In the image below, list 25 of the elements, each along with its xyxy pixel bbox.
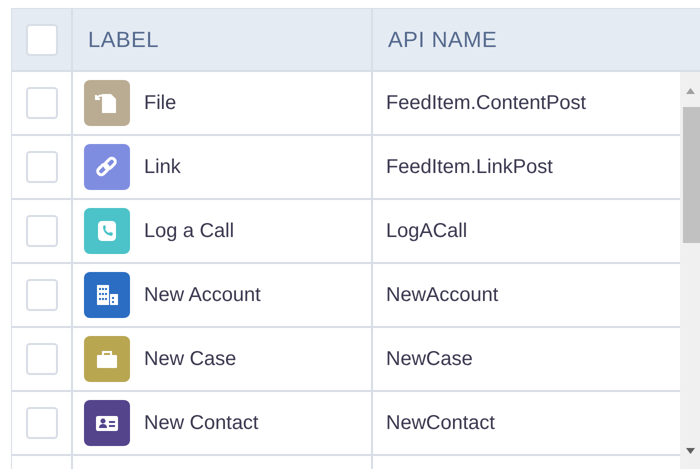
api-name-cell-text: NewCase <box>386 347 473 372</box>
label-cell-text: Log a Call <box>144 219 234 244</box>
column-header[interactable]: API NAME <box>388 23 498 56</box>
api-name-cell-text: LogACall <box>386 219 468 244</box>
label-cell-text: New Case <box>144 347 236 372</box>
scrollbar-thumb[interactable] <box>683 107 700 243</box>
scroll-down-arrow-icon[interactable] <box>686 448 695 454</box>
checkbox[interactable] <box>26 151 58 183</box>
checkbox[interactable] <box>26 215 58 247</box>
checkbox[interactable] <box>26 407 58 439</box>
api-name-cell-text: FeedItem.LinkPost <box>386 155 553 180</box>
api-name-cell-text: NewAccount <box>386 283 498 308</box>
checkbox[interactable] <box>26 279 58 311</box>
scrollbar[interactable] <box>680 72 700 469</box>
label-cell-text: File <box>144 91 176 116</box>
label-cell-text: New Contact <box>144 411 258 436</box>
checkbox[interactable] <box>26 87 58 119</box>
column-header[interactable]: LABEL <box>88 23 159 56</box>
api-name-cell-text: NewContact <box>386 411 495 436</box>
checkbox[interactable] <box>26 24 58 56</box>
scroll-up-arrow-icon[interactable] <box>686 88 695 94</box>
api-name-cell-text: FeedItem.ContentPost <box>386 91 586 116</box>
label-cell-text: Link <box>144 155 181 180</box>
label-cell-text: New Account <box>144 283 261 308</box>
checkbox[interactable] <box>26 343 58 375</box>
